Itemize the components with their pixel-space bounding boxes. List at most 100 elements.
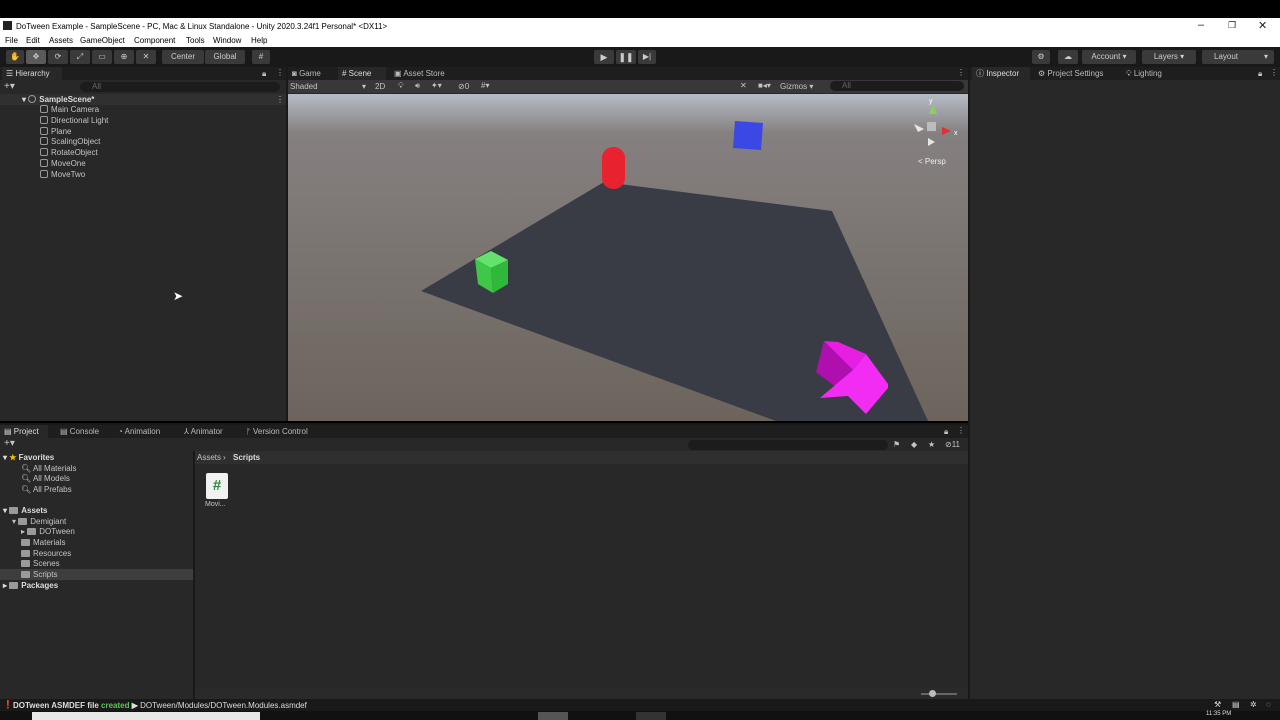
kebab-menu-icon[interactable]: ⋮	[276, 68, 284, 77]
folder-item[interactable]: ▸ DOTween	[21, 526, 75, 537]
move-tool-icon[interactable]: ✥	[26, 50, 46, 64]
tab-asset-store[interactable]: ▣ Asset Store	[390, 67, 460, 80]
project-kebab-icon[interactable]: ⋮	[957, 426, 965, 435]
tab-hierarchy[interactable]: ☰ Hierarchy	[2, 67, 62, 80]
effects-toggle-icon[interactable]: ✦▾	[431, 81, 442, 90]
play-icon[interactable]: ▶	[594, 50, 614, 64]
script-file-name[interactable]: Movi...	[205, 501, 226, 508]
tab-animator[interactable]: ⅄ Animator	[180, 425, 234, 438]
status-message[interactable]: DOTween ASMDEF file created ▶ DOTween/Mo…	[13, 701, 307, 710]
tab-game[interactable]: ◙ Game	[288, 67, 336, 80]
menu-help[interactable]: Help	[251, 36, 267, 45]
hidden-packages-toggle[interactable]: ⊘11	[945, 440, 960, 449]
tools-icon[interactable]: ✕	[740, 81, 747, 90]
maximize-icon[interactable]: ❐	[1228, 20, 1236, 31]
scale-tool-icon[interactable]: ⤢	[70, 50, 90, 64]
favorites-node[interactable]: ▾ ★ Favorites	[3, 452, 54, 463]
scene-search-input[interactable]: All	[830, 81, 964, 91]
hierarchy-search-input[interactable]: All	[80, 82, 280, 92]
menu-gameobject[interactable]: GameObject	[80, 36, 125, 45]
transform-tool-icon[interactable]: ⊕	[114, 50, 134, 64]
project-splitter[interactable]	[193, 451, 195, 701]
lighting-toggle-icon[interactable]: 💡︎	[398, 81, 404, 91]
add-gameobject-button[interactable]: +▾	[4, 81, 15, 92]
capsule-object[interactable]	[602, 147, 625, 189]
tab-inspector[interactable]: ⓘ Inspector	[972, 67, 1030, 80]
rotate-tool-icon[interactable]: ⟳	[48, 50, 68, 64]
shading-dropdown[interactable]: Shaded ▾	[290, 82, 366, 91]
collab-icon[interactable]: ⚙	[1032, 50, 1050, 64]
inspector-lock-icon[interactable]: 🔒︎	[1258, 69, 1262, 79]
menu-tools[interactable]: Tools	[186, 36, 205, 45]
search-by-label-icon[interactable]: ◆	[911, 440, 917, 449]
project-search-input[interactable]	[688, 440, 888, 450]
folder-item[interactable]: Scenes	[21, 558, 60, 569]
tab-scene[interactable]: # Scene	[338, 67, 386, 80]
pause-icon[interactable]: ❚❚	[616, 50, 636, 64]
custom-tool-icon[interactable]: ✕	[136, 50, 156, 64]
favorite-icon[interactable]: ★	[928, 440, 935, 449]
menu-component[interactable]: Component	[134, 36, 175, 45]
csharp-script-icon[interactable]: #	[206, 473, 228, 499]
pivot-global-button[interactable]: Global	[205, 50, 245, 64]
step-icon[interactable]: ▶|	[638, 50, 656, 64]
folder-item[interactable]: Materials	[21, 537, 65, 548]
minimize-icon[interactable]: –	[1198, 19, 1204, 31]
cloud-icon[interactable]: ☁	[1058, 50, 1078, 64]
blue-cube[interactable]	[733, 121, 763, 150]
tab-project-settings[interactable]: ⚙ Project Settings	[1034, 67, 1120, 80]
perspective-label[interactable]: < Persp	[918, 157, 946, 166]
menu-assets[interactable]: Assets	[49, 36, 73, 45]
taskbar-app[interactable]	[636, 712, 666, 720]
menu-edit[interactable]: Edit	[26, 36, 40, 45]
taskbar-search[interactable]	[32, 712, 260, 720]
hierarchy-item[interactable]: Main Camera	[40, 104, 99, 115]
tab-project[interactable]: ▤ Project	[0, 425, 48, 438]
gizmos-dropdown[interactable]: Gizmos ▾	[780, 82, 820, 91]
hierarchy-item[interactable]: MoveOne	[40, 158, 86, 169]
layers-dropdown[interactable]: Layers ▾	[1142, 50, 1196, 64]
grid-toggle-icon[interactable]: #▾	[481, 81, 489, 90]
scene-kebab-icon[interactable]: ⋮	[276, 95, 284, 104]
assets-node[interactable]: ▾ Assets	[3, 505, 48, 516]
account-dropdown[interactable]: Account ▾	[1082, 50, 1136, 64]
search-by-type-icon[interactable]: ⚑	[893, 440, 900, 449]
tab-version-control[interactable]: ᚠ Version Control	[242, 425, 318, 438]
create-asset-button[interactable]: +▾	[4, 438, 15, 449]
hierarchy-item[interactable]: RotateObject	[40, 147, 98, 158]
camera-icon[interactable]: ■◂▾	[758, 81, 771, 90]
audio-toggle-icon[interactable]: 🔊︎	[415, 81, 420, 91]
breadcrumb-assets[interactable]: Assets	[197, 453, 221, 462]
toggle-2d-button[interactable]: 2D	[375, 82, 385, 91]
zoom-slider-track[interactable]	[921, 693, 957, 695]
hierarchy-item[interactable]: MoveTwo	[40, 169, 85, 180]
hidden-objects-toggle[interactable]: ⊘0	[458, 82, 469, 91]
rect-tool-icon[interactable]: ▭	[92, 50, 112, 64]
close-icon[interactable]: ✕	[1258, 19, 1267, 32]
favorite-item[interactable]: 🔍︎ All Prefabs	[21, 484, 72, 495]
layout-dropdown[interactable]: Layout ▾	[1202, 50, 1274, 64]
menu-file[interactable]: File	[5, 36, 18, 45]
breadcrumb-scripts[interactable]: Scripts	[233, 453, 260, 462]
favorite-item[interactable]: 🔍︎ All Models	[21, 473, 70, 484]
zoom-slider-handle[interactable]	[929, 690, 936, 697]
debug-icon[interactable]: ✲	[1250, 700, 1257, 709]
cache-icon[interactable]: ▤	[1232, 700, 1240, 709]
pivot-center-button[interactable]: Center	[162, 50, 204, 64]
progress-icon[interactable]: ◌	[1266, 700, 1271, 709]
taskbar-app-active[interactable]	[538, 712, 568, 720]
project-lock-icon[interactable]: 🔒︎	[944, 427, 948, 437]
packages-node[interactable]: ▸ Packages	[3, 580, 58, 591]
auto-generate-lighting-icon[interactable]: ⚒	[1214, 700, 1221, 709]
hand-tool-icon[interactable]: ✋	[6, 50, 24, 64]
folder-item-selected[interactable]: Scripts	[21, 569, 57, 580]
lock-icon[interactable]: 🔒︎	[262, 69, 266, 79]
inspector-kebab-icon[interactable]: ⋮	[1270, 68, 1278, 77]
menu-window[interactable]: Window	[213, 36, 241, 45]
scene-kebab-icon[interactable]: ⋮	[957, 68, 965, 77]
tab-console[interactable]: ▤ Console	[56, 425, 106, 438]
grid-snap-icon[interactable]: #	[252, 50, 270, 64]
hierarchy-item[interactable]: Directional Light	[40, 115, 108, 126]
gizmo-center[interactable]	[927, 122, 936, 131]
scene-viewport[interactable]: y x < Persp	[288, 94, 968, 421]
